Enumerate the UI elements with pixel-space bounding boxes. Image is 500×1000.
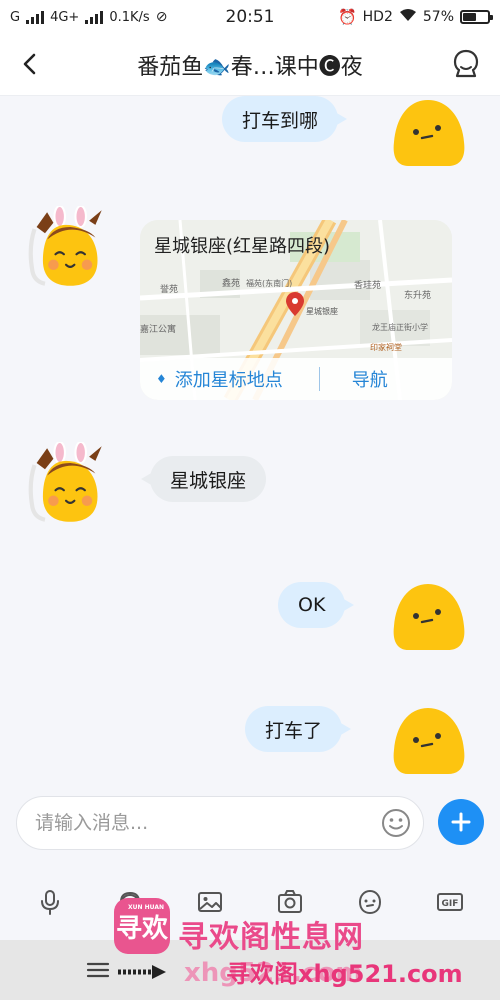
title-bar: 番茄鱼🐟春…课中🅒夜 <box>0 34 500 96</box>
chevron-left-icon <box>23 53 36 75</box>
my-avatar[interactable] <box>388 96 468 176</box>
battery-percent: 57% <box>422 9 454 25</box>
message-input-container[interactable] <box>16 796 424 850</box>
svg-text:GIF: GIF <box>442 899 459 909</box>
message-text: 星城银座 <box>170 469 247 492</box>
sync-icon: ⊘ <box>155 9 168 25</box>
watermark-logo-text: 寻欢 <box>115 913 168 944</box>
message-text: 打车了 <box>265 719 323 742</box>
battery-icon <box>460 10 493 24</box>
map-label: 誉苑 <box>160 283 178 295</box>
message-bubble-sent[interactable]: OK <box>278 582 355 628</box>
map-label: 福苑(东南门) <box>246 278 292 288</box>
microphone-icon <box>41 890 59 915</box>
map-label: 嘉江公寓 <box>140 323 176 335</box>
chat-area[interactable]: 打车到哪 誉苑 鑫苑 星城银座 东升苑 嘉江公寓 龙王庙正街小学 印家祠堂 香珪… <box>0 96 500 786</box>
status-left: G 4G+ 0.1K/s ⊘ <box>10 9 167 25</box>
profile-button[interactable] <box>450 48 482 80</box>
action-divider <box>318 367 320 391</box>
network-speed: 0.1K/s <box>109 9 150 25</box>
chat-title: 番茄鱼🐟春…课中🅒夜 <box>137 54 363 80</box>
map-label: 鑫苑 <box>222 277 240 289</box>
add-star-location-button[interactable]: 添加星标地点 <box>175 366 283 392</box>
message-bubble-received[interactable]: 星城银座 <box>140 456 267 502</box>
my-avatar[interactable] <box>388 580 468 660</box>
message-bubble-sent[interactable]: 打车了 <box>245 706 352 752</box>
map-label: 印家祠堂 <box>370 342 402 352</box>
voice-button[interactable] <box>33 885 67 919</box>
watermark-url: 寻欢阁xhg521.com <box>226 960 463 988</box>
map-label: 龙王庙正街小学 <box>372 322 428 332</box>
status-right: ⏰ HD2 57% <box>337 8 493 26</box>
signal-icon-2 <box>85 10 104 24</box>
plus-icon <box>451 812 471 832</box>
location-card[interactable]: 誉苑 鑫苑 星城银座 东升苑 嘉江公寓 龙王庙正街小学 印家祠堂 香珪苑 福苑(… <box>140 220 452 400</box>
star-icon: ♦ <box>156 372 167 386</box>
my-avatar[interactable] <box>388 704 468 784</box>
add-button[interactable] <box>438 799 484 845</box>
gif-button[interactable]: GIF <box>433 885 467 919</box>
emoji-icon[interactable] <box>381 808 411 838</box>
location-actions: ♦ 添加星标地点 导航 <box>140 358 452 400</box>
alarm-icon: ⏰ <box>337 8 357 26</box>
watermark-logo: 寻欢 XUN HUAN <box>114 898 170 954</box>
map-label: 星城银座 <box>306 306 338 316</box>
signal-icon <box>26 10 45 24</box>
carrier-g: G <box>10 9 21 25</box>
watermark-brand: 寻欢阁性息网 <box>178 920 364 955</box>
map-label: 香珪苑 <box>354 279 381 291</box>
navigate-button[interactable]: 导航 <box>352 366 388 392</box>
gif-icon: GIF <box>437 893 463 911</box>
message-text: 打车到哪 <box>242 109 319 132</box>
arrow-right-icon <box>118 965 166 979</box>
status-bar: G 4G+ 0.1K/s ⊘ 20:51 ⏰ HD2 57% <box>0 0 500 34</box>
menu-icon <box>86 962 110 978</box>
location-name: 星城银座(红星路四段) <box>154 236 331 257</box>
message-text: OK <box>298 594 326 616</box>
wifi-icon <box>399 8 417 26</box>
hd-indicator: HD2 <box>362 9 393 25</box>
map-label: 东升苑 <box>404 289 431 301</box>
message-input[interactable] <box>35 812 375 834</box>
watermark-logo-subtext: XUN HUAN <box>128 904 164 911</box>
battery-fill <box>463 13 476 21</box>
network-type: 4G+ <box>50 9 80 25</box>
contact-avatar[interactable] <box>24 442 108 526</box>
message-bubble-sent[interactable]: 打车到哪 <box>222 96 348 142</box>
back-button[interactable] <box>14 48 46 80</box>
user-icon <box>453 49 479 78</box>
contact-avatar[interactable] <box>24 206 108 290</box>
